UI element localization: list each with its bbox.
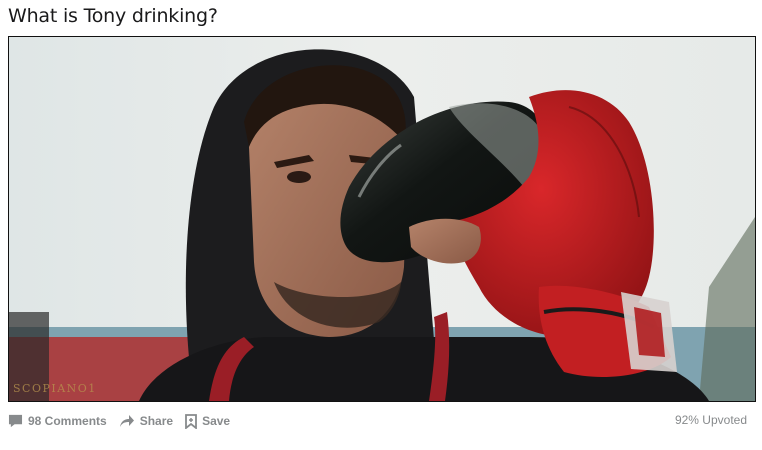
post-image[interactable]: SCOPIANO1 [8,36,756,402]
save-button[interactable]: Save [185,413,231,429]
post-action-bar: 98 Comments Share Save [8,412,242,430]
save-label: Save [202,414,231,428]
share-button[interactable]: Share [119,414,173,428]
upvote-ratio: 92% Upvoted [674,413,747,427]
watermark: SCOPIANO1 [13,382,97,395]
comment-icon [8,414,23,428]
comments-label: 98 Comments [28,414,107,428]
share-label: Share [139,414,174,428]
comments-button[interactable]: 98 Comments [8,414,107,428]
post-image-illustration [9,37,755,401]
post-title[interactable]: What is Tony drinking? [8,5,218,27]
share-arrow-icon [119,415,134,427]
bookmark-icon [185,413,197,429]
